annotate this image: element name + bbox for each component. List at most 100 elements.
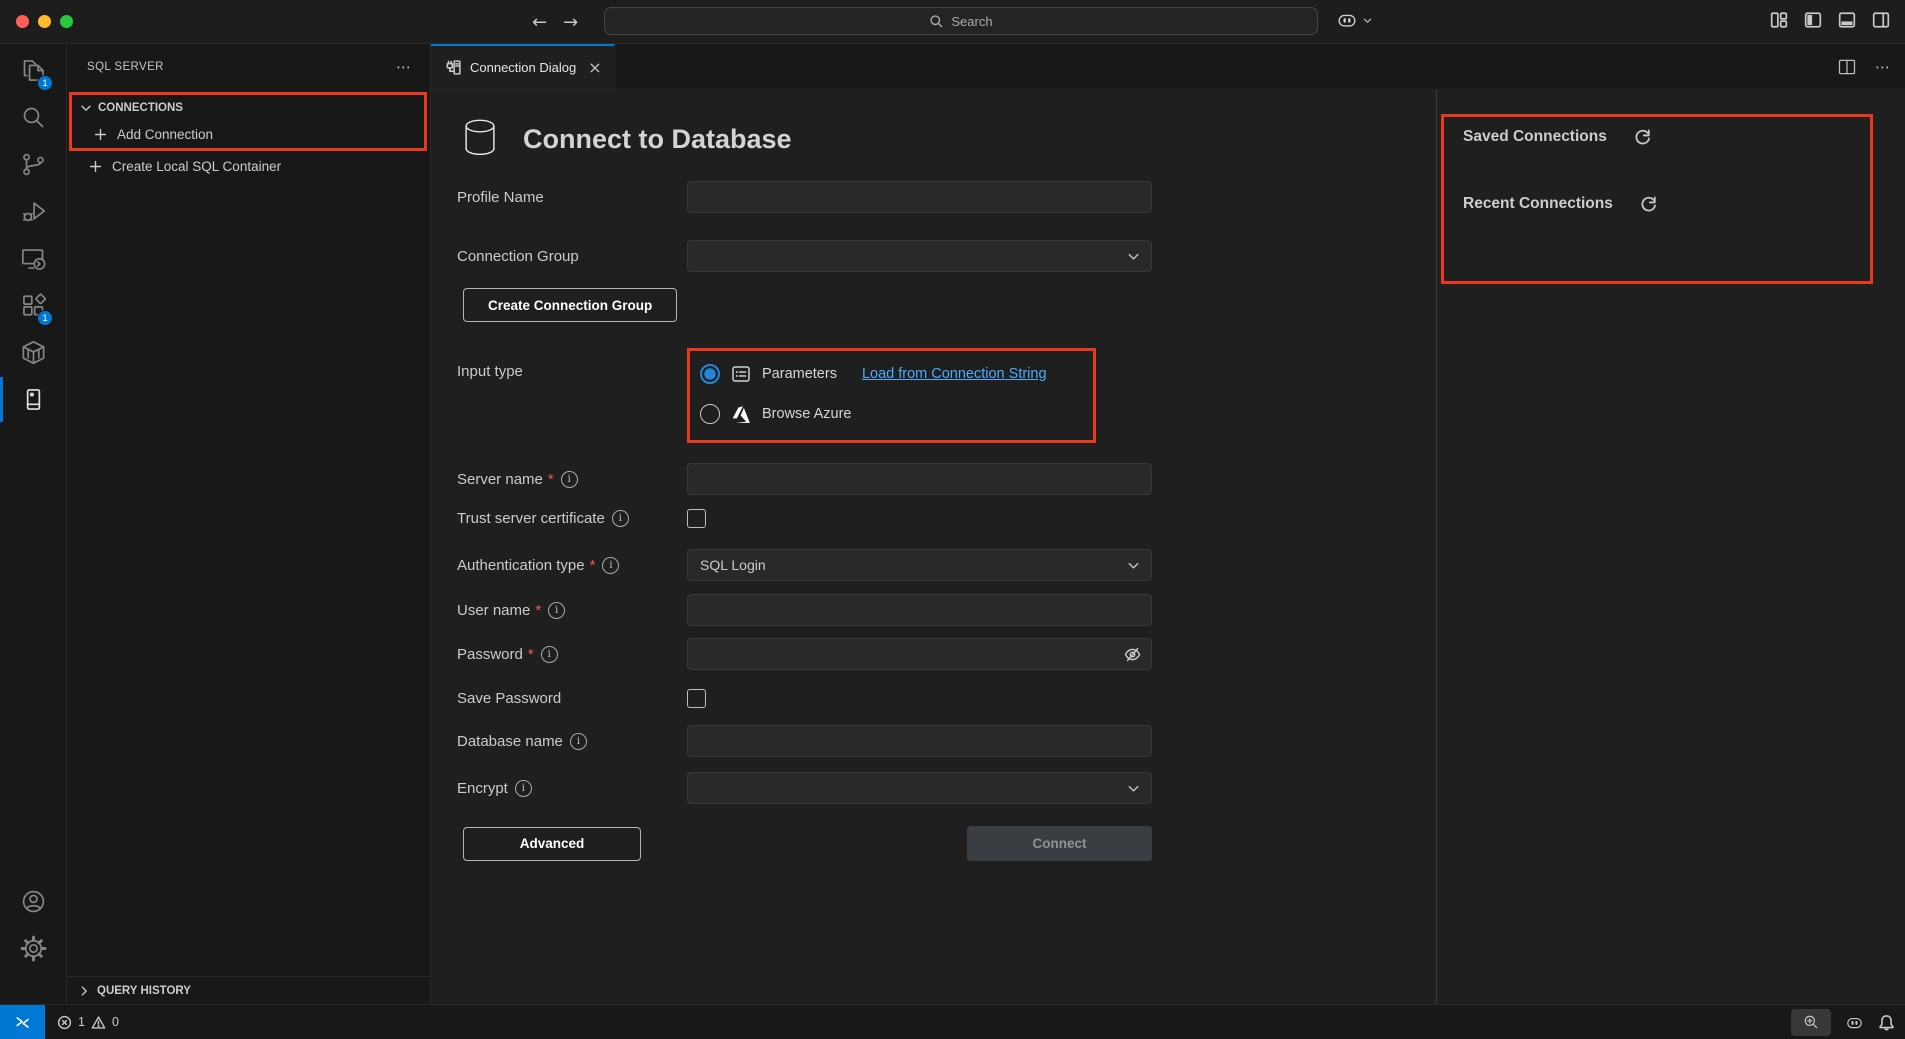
connection-group-select[interactable] [687, 240, 1152, 272]
connections-section-header[interactable]: CONNECTIONS [72, 95, 424, 121]
close-window-button[interactable] [16, 15, 29, 28]
info-icon[interactable] [612, 510, 629, 527]
user-name-input[interactable] [687, 594, 1152, 626]
activitybar-containers[interactable] [0, 329, 66, 376]
vscode-window: ← → Search [0, 0, 1905, 1039]
editor-more-actions-icon[interactable]: ⋯ [1875, 58, 1891, 76]
authentication-type-select[interactable]: SQL Login [687, 549, 1152, 581]
browse-azure-radio[interactable] [700, 404, 720, 424]
minimize-window-button[interactable] [38, 15, 51, 28]
info-icon[interactable] [570, 733, 587, 750]
create-connection-group-button[interactable]: Create Connection Group [463, 288, 677, 322]
customize-layout-icon[interactable] [1770, 11, 1788, 29]
chevron-down-icon [1126, 781, 1141, 796]
load-from-connection-string-link[interactable]: Load from Connection String [862, 366, 1047, 382]
info-icon[interactable] [548, 602, 565, 619]
activitybar-accounts[interactable] [0, 878, 66, 925]
activitybar-explorer[interactable]: 1 [0, 47, 66, 94]
connections-side-pane: Saved Connections Recent Connections [1436, 90, 1904, 1004]
zoom-status-button[interactable] [1791, 1009, 1831, 1036]
window-controls [16, 15, 73, 28]
sql-server-icon [20, 386, 47, 413]
search-icon [929, 14, 944, 29]
parameters-radio[interactable] [700, 364, 720, 384]
explorer-badge: 1 [37, 75, 53, 91]
encrypt-select[interactable] [687, 772, 1152, 804]
search-label: Search [951, 14, 992, 29]
source-control-icon [20, 151, 47, 178]
problems-status[interactable]: 1 0 [57, 1015, 119, 1030]
bell-icon[interactable] [1878, 1014, 1895, 1031]
toggle-secondary-sidebar-icon[interactable] [1872, 11, 1890, 29]
authentication-type-label: Authentication type [457, 557, 585, 574]
connect-button[interactable]: Connect [967, 826, 1152, 861]
activitybar-settings[interactable] [0, 925, 66, 972]
profile-name-input[interactable] [687, 181, 1152, 213]
split-editor-icon[interactable] [1837, 57, 1857, 77]
activitybar-remote-explorer[interactable] [0, 235, 66, 282]
authentication-type-value: SQL Login [700, 557, 766, 573]
connection-group-label: Connection Group [457, 248, 579, 265]
server-name-label: Server name [457, 471, 543, 488]
info-icon[interactable] [561, 471, 578, 488]
trust-server-certificate-checkbox[interactable] [687, 509, 706, 528]
activitybar-sql-server[interactable] [0, 376, 66, 423]
activitybar-search[interactable] [0, 94, 66, 141]
toggle-primary-sidebar-icon[interactable] [1804, 11, 1822, 29]
remote-indicator[interactable] [0, 1005, 45, 1039]
sidebar-sql-server: SQL SERVER ⋯ CONNECTIONS Add Connection [67, 44, 431, 1004]
activitybar-source-control[interactable] [0, 141, 66, 188]
activitybar-extensions[interactable]: 1 [0, 282, 66, 329]
password-label: Password [457, 646, 523, 663]
browse-azure-option-label: Browse Azure [762, 406, 851, 422]
tree-item-add-connection[interactable]: Add Connection [72, 121, 424, 148]
account-icon [20, 888, 47, 915]
required-marker: * [535, 602, 541, 619]
back-icon[interactable]: ← [532, 12, 547, 33]
copilot-menu-button[interactable] [1336, 9, 1373, 31]
refresh-icon[interactable] [1639, 194, 1658, 213]
extensions-badge: 1 [37, 310, 53, 326]
save-password-checkbox[interactable] [687, 689, 706, 708]
remote-explorer-icon [20, 245, 47, 272]
forward-icon[interactable]: → [563, 12, 578, 33]
advanced-button[interactable]: Advanced [463, 827, 641, 861]
warning-count: 0 [112, 1015, 119, 1029]
annotation-rect-input-type: Parameters Load from Connection String B… [687, 348, 1096, 443]
tree-item-label: Create Local SQL Container [112, 159, 281, 174]
copilot-status-icon[interactable] [1845, 1013, 1864, 1032]
input-type-label: Input type [457, 363, 523, 380]
plus-icon [93, 127, 108, 142]
save-password-label: Save Password [457, 690, 561, 707]
info-icon[interactable] [515, 780, 532, 797]
parameters-icon [731, 364, 751, 384]
tree-item-label: Add Connection [117, 127, 213, 142]
query-history-section-header[interactable]: QUERY HISTORY [67, 976, 430, 1004]
server-name-input[interactable] [687, 463, 1152, 495]
password-input[interactable] [687, 638, 1152, 670]
sidebar-more-actions-icon[interactable]: ⋯ [396, 58, 412, 76]
database-icon [457, 116, 503, 162]
chevron-right-icon [77, 984, 91, 998]
eye-off-icon[interactable] [1123, 645, 1142, 664]
gear-icon [20, 935, 47, 962]
tab-connection-dialog[interactable]: Connection Dialog × [431, 44, 615, 89]
chevron-down-icon [1126, 249, 1141, 264]
annotation-rect-connections: CONNECTIONS Add Connection [69, 92, 427, 151]
activitybar-run-debug[interactable] [0, 188, 66, 235]
user-name-label: User name [457, 602, 530, 619]
info-icon[interactable] [602, 557, 619, 574]
database-name-input[interactable] [687, 725, 1152, 757]
info-icon[interactable] [541, 646, 558, 663]
command-center-search[interactable]: Search [604, 7, 1318, 35]
run-debug-icon [20, 198, 47, 225]
refresh-icon[interactable] [1633, 127, 1652, 146]
connection-dialog-tab-icon [445, 59, 462, 76]
tree-item-create-local-sql-container[interactable]: Create Local SQL Container [67, 153, 430, 180]
close-tab-icon[interactable]: × [588, 60, 601, 76]
toggle-panel-icon[interactable] [1838, 11, 1856, 29]
required-marker: * [590, 557, 596, 574]
zoom-in-icon [1803, 1014, 1819, 1030]
maximize-window-button[interactable] [60, 15, 73, 28]
copilot-icon [1336, 9, 1358, 31]
